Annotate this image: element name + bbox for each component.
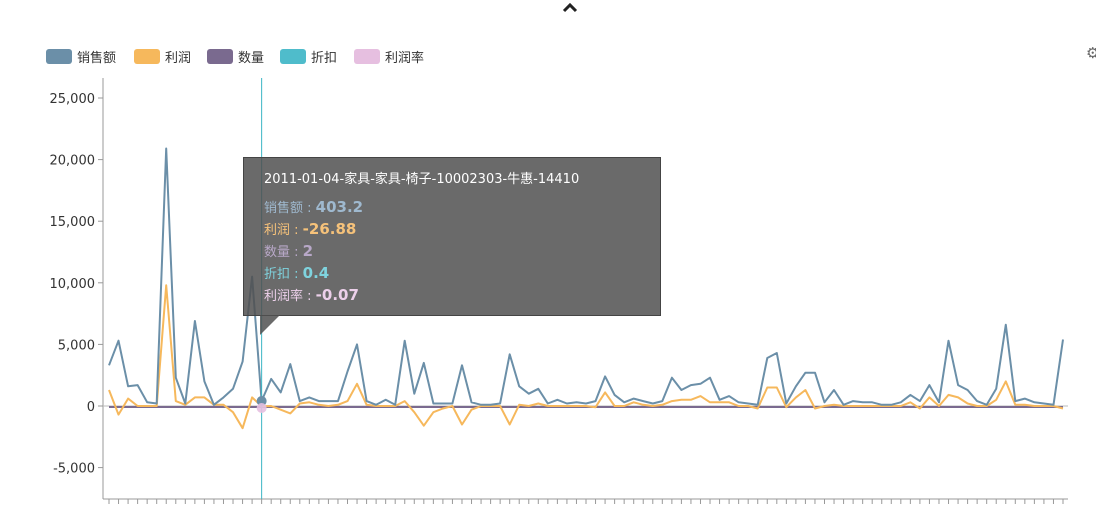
tooltip-label-sales: 销售额 (264, 201, 304, 216)
y-tick-label-2: 15,000 (50, 215, 96, 230)
tooltip-pointer (260, 315, 280, 335)
tooltip-row-profit-rate: 利润率 : -0.07 (264, 286, 359, 304)
legend-label-0[interactable]: 销售额 (77, 50, 116, 66)
y-tick-label-5: 0 (87, 400, 95, 415)
tooltip-row-quantity: 数量 : 2 (264, 242, 314, 260)
y-tick-label-3: 10,000 (50, 277, 96, 292)
tooltip-value-sales: 403.2 (315, 198, 364, 216)
legend-label-4[interactable]: 利润率 (385, 50, 424, 66)
legend-label-1[interactable]: 利润 (165, 51, 191, 66)
legend[interactable]: 销售额 利润 数量 折扣 利润率 (46, 49, 424, 66)
highlight-point-profit-rate[interactable] (256, 403, 267, 413)
chevron-up-icon[interactable] (561, 0, 579, 14)
tooltip-value-profit: -26.88 (302, 220, 357, 238)
tooltip: 2011-01-04-家具-家具-椅子-10002303-牛惠-14410 销售… (243, 157, 661, 316)
y-tick-label-0: 25,000 (50, 92, 96, 107)
y-tick-label-6: -5,000 (53, 462, 95, 477)
tooltip-row-sales: 销售额 : 403.2 (264, 198, 364, 216)
tooltip-label-profit: 利润 (264, 223, 291, 238)
legend-label-3[interactable]: 折扣 (311, 51, 337, 66)
y-tick-label-1: 20,000 (50, 154, 96, 169)
tooltip-row-profit: 利润 : -26.88 (264, 220, 357, 238)
tooltip-value-discount: 0.4 (302, 264, 330, 282)
legend-swatch-0[interactable] (46, 49, 72, 64)
legend-swatch-2[interactable] (207, 49, 233, 64)
y-tick-label-4: 5,000 (58, 338, 95, 353)
legend-swatch-1[interactable] (134, 49, 160, 64)
legend-label-2[interactable]: 数量 (238, 51, 264, 66)
tooltip-label-discount: 折扣 (264, 267, 291, 282)
tooltip-row-discount: 折扣 : 0.4 (264, 264, 330, 282)
tooltip-title: 2011-01-04-家具-家具-椅子-10002303-牛惠-14410 (264, 172, 580, 187)
legend-swatch-4[interactable] (354, 49, 380, 64)
tooltip-value-quantity: 2 (302, 242, 314, 260)
tooltip-value-profit-rate: -0.07 (315, 286, 359, 304)
legend-swatch-3[interactable] (280, 49, 306, 64)
tooltip-label-profit-rate: 利润率 (264, 289, 304, 304)
gear-icon[interactable]: ⚙ (1086, 44, 1096, 62)
tooltip-label-quantity: 数量 (264, 245, 291, 260)
